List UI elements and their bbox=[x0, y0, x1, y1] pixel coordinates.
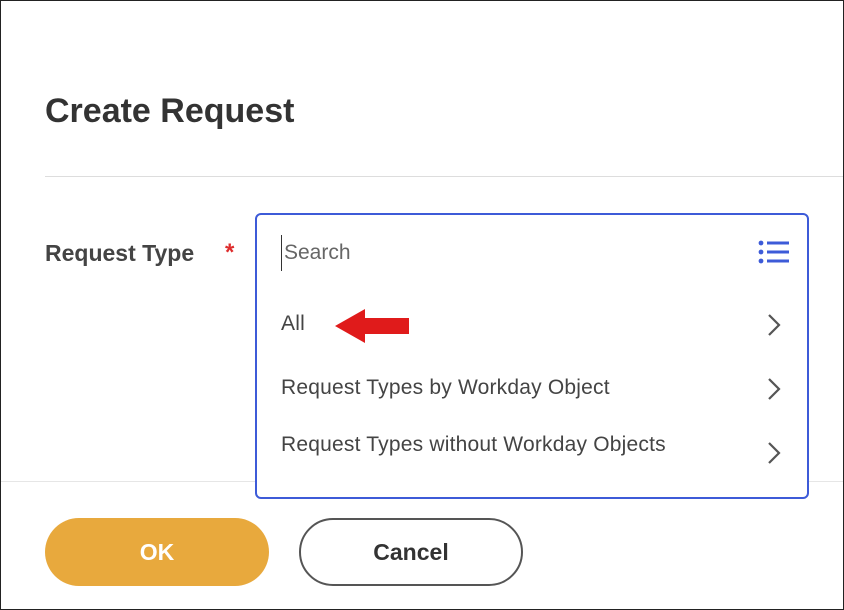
option-label: Request Types without Workday Objects bbox=[281, 433, 666, 456]
red-arrow-annotation bbox=[335, 309, 409, 343]
list-icon[interactable] bbox=[757, 237, 791, 267]
option-label: All bbox=[281, 312, 305, 335]
chevron-right-icon bbox=[768, 314, 781, 336]
search-row bbox=[257, 215, 807, 293]
chevron-right-icon bbox=[768, 378, 781, 400]
page-title: Create Request bbox=[45, 92, 295, 130]
option-all[interactable]: All bbox=[257, 293, 807, 357]
header-divider bbox=[45, 176, 843, 177]
required-asterisk: * bbox=[225, 239, 235, 266]
option-without-workday-objects[interactable]: Request Types without Workday Objects bbox=[257, 421, 807, 497]
create-request-dialog: Create Request Request Type * All bbox=[0, 0, 844, 610]
option-label: Request Types by Workday Object bbox=[281, 376, 610, 399]
option-by-workday-object[interactable]: Request Types by Workday Object bbox=[257, 357, 807, 421]
chevron-right-icon bbox=[768, 442, 781, 464]
request-type-label: Request Type bbox=[45, 240, 195, 266]
request-type-prompt[interactable]: All Request Types by Workday Object Requ… bbox=[255, 213, 809, 499]
ok-button[interactable]: OK bbox=[45, 518, 269, 586]
cancel-button[interactable]: Cancel bbox=[299, 518, 523, 586]
search-input[interactable] bbox=[281, 235, 744, 271]
